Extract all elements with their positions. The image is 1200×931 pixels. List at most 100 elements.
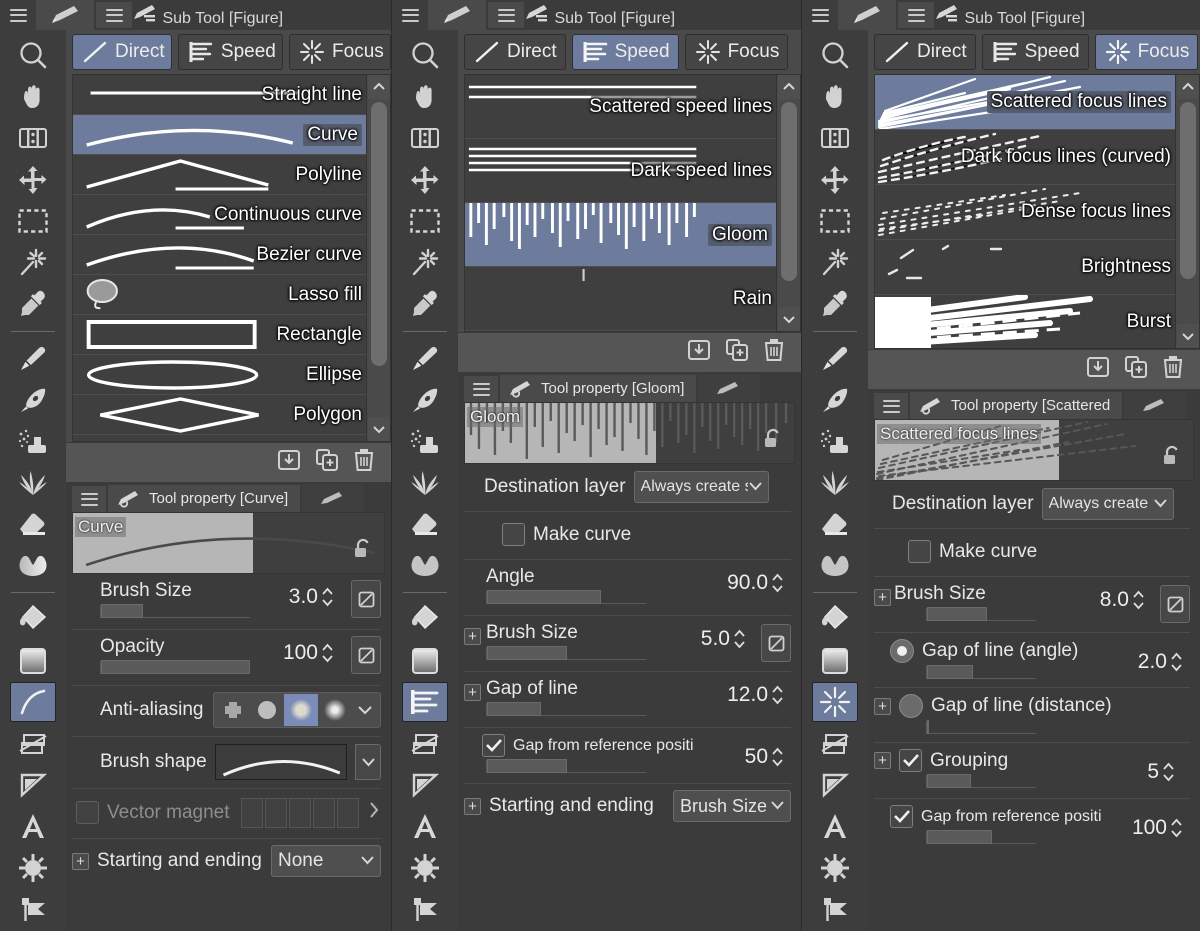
airbrush-tool[interactable] xyxy=(402,421,448,460)
angle-value-group[interactable]: 90.0 xyxy=(727,570,785,596)
scroll-down-icon[interactable] xyxy=(367,417,390,441)
decoration-tool[interactable] xyxy=(10,463,56,502)
stepper-icon[interactable] xyxy=(770,682,785,708)
zoom-tool[interactable] xyxy=(402,36,448,75)
pen-tool[interactable] xyxy=(10,338,56,377)
eyedropper-tool[interactable] xyxy=(812,284,858,323)
vector-magnet-cells[interactable] xyxy=(241,797,359,828)
segment-focus-lines[interactable]: Focus xyxy=(1094,34,1199,70)
scrollbar-track[interactable] xyxy=(367,99,390,417)
pen-pressure-button[interactable] xyxy=(761,624,791,662)
opacity-slider[interactable] xyxy=(100,660,250,674)
list-item[interactable]: Burst xyxy=(875,295,1175,348)
make-curve-checkbox[interactable] xyxy=(908,540,931,563)
tool-property-menu-button[interactable] xyxy=(72,486,106,512)
tool-palette-tab[interactable] xyxy=(428,0,486,30)
subtool-tab[interactable]: Sub Tool [Figure] xyxy=(132,3,283,28)
aa-medium-icon[interactable] xyxy=(284,694,318,726)
tool-property-secondary-tab[interactable] xyxy=(1124,392,1187,419)
segment-direct-draw[interactable]: Direct xyxy=(874,34,976,70)
expand-icon[interactable]: + xyxy=(464,797,481,815)
balloon-tool[interactable] xyxy=(812,848,858,887)
pen-tool[interactable] xyxy=(812,338,858,377)
stepper-icon[interactable] xyxy=(770,570,785,596)
import-subtool-icon[interactable] xyxy=(1086,355,1110,384)
subtool-list-scrollbar[interactable] xyxy=(367,74,391,442)
scrollbar-thumb[interactable] xyxy=(1179,102,1196,280)
subtool-list-scrollbar[interactable] xyxy=(1176,74,1200,349)
list-item[interactable]: Scattered focus lines xyxy=(875,75,1175,130)
stepper-icon[interactable] xyxy=(770,744,785,770)
fill-tool[interactable] xyxy=(10,600,56,639)
pen-pressure-button[interactable] xyxy=(351,636,381,674)
gap-of-line-distance-slider[interactable] xyxy=(926,720,1036,734)
frame-border-tool[interactable] xyxy=(812,724,858,763)
subtool-list-scrollbar[interactable] xyxy=(777,74,801,332)
list-item[interactable]: Polyline xyxy=(73,155,366,195)
brush-tool[interactable] xyxy=(10,380,56,419)
toolbar-menu-button[interactable] xyxy=(392,0,428,30)
segment-focus-lines[interactable]: Focus xyxy=(684,34,789,70)
frame-border-tool[interactable] xyxy=(402,724,448,763)
pen-tool[interactable] xyxy=(402,338,448,377)
blend-tool[interactable] xyxy=(402,545,448,584)
figure-tool[interactable] xyxy=(812,682,858,723)
tool-property-secondary-tab[interactable] xyxy=(698,375,761,402)
gradient-tool[interactable] xyxy=(402,641,448,680)
tool-property-tab[interactable]: Tool property [Curve] xyxy=(108,485,301,512)
move-tool[interactable] xyxy=(812,160,858,199)
expand-icon[interactable]: + xyxy=(464,684,481,701)
eraser-tool[interactable] xyxy=(402,504,448,543)
brush-shape-preview[interactable] xyxy=(214,743,347,780)
tool-palette-tab[interactable] xyxy=(838,0,896,30)
text-tool[interactable] xyxy=(10,807,56,846)
scrollbar-track[interactable] xyxy=(1176,99,1199,324)
grouping-slider[interactable] xyxy=(926,774,1036,788)
airbrush-tool[interactable] xyxy=(10,421,56,460)
tool-property-tab[interactable]: Tool property [Gloom] xyxy=(500,375,697,402)
eraser-tool[interactable] xyxy=(812,504,858,543)
tool-palette-tab[interactable] xyxy=(36,0,94,30)
tool-property-tab[interactable]: Tool property [Scattered xyxy=(910,392,1123,419)
segment-direct-draw[interactable]: Direct xyxy=(72,34,172,70)
eyedropper-tool[interactable] xyxy=(10,284,56,323)
expand-icon[interactable]: + xyxy=(874,697,891,715)
tool-property-secondary-tab[interactable] xyxy=(302,485,365,512)
fill-tool[interactable] xyxy=(402,600,448,639)
stepper-icon[interactable] xyxy=(320,640,335,666)
list-item[interactable]: Polygon xyxy=(73,395,366,435)
frame-border-tool[interactable] xyxy=(10,724,56,763)
subtool-tab[interactable]: Sub Tool [Figure] xyxy=(524,3,675,28)
brush-size-slider[interactable] xyxy=(926,607,1036,621)
gap-from-reference-checkbox[interactable] xyxy=(890,805,913,828)
subtool-menu-button[interactable] xyxy=(96,2,132,28)
correct-line-tool[interactable] xyxy=(402,890,448,929)
delete-subtool-icon[interactable] xyxy=(353,448,375,477)
scrollbar-thumb[interactable] xyxy=(370,101,387,366)
angle-slider[interactable] xyxy=(486,590,646,604)
list-item[interactable]: Brightness xyxy=(875,240,1175,295)
scroll-up-icon[interactable] xyxy=(1176,75,1199,99)
scrollbar-track[interactable] xyxy=(777,99,800,307)
import-subtool-icon[interactable] xyxy=(687,338,711,367)
correct-line-tool[interactable] xyxy=(10,890,56,929)
chevron-down-icon[interactable] xyxy=(352,694,378,726)
rotate-canvas-tool[interactable] xyxy=(402,119,448,158)
subtool-tab[interactable]: Sub Tool [Figure] xyxy=(934,3,1085,28)
gap-from-reference-slider[interactable] xyxy=(486,759,646,773)
marquee-select-tool[interactable] xyxy=(10,202,56,241)
expand-icon[interactable]: + xyxy=(874,589,891,606)
move-tool[interactable] xyxy=(402,160,448,199)
make-curve-checkbox[interactable] xyxy=(502,523,525,546)
gradient-tool[interactable] xyxy=(812,641,858,680)
list-item[interactable]: Dark focus lines (curved) xyxy=(875,130,1175,185)
gap-from-reference-value-group[interactable]: 50 xyxy=(745,744,785,770)
aa-weak-icon[interactable] xyxy=(250,694,284,726)
brush-size-value-group[interactable]: 8.0 xyxy=(1100,587,1146,613)
blend-tool[interactable] xyxy=(10,545,56,584)
hand-tool[interactable] xyxy=(10,77,56,116)
ruler-tool[interactable] xyxy=(10,765,56,804)
magic-wand-tool[interactable] xyxy=(402,243,448,282)
subtool-list[interactable]: Straight line Curve Polyline Continuous … xyxy=(72,74,367,442)
ruler-tool[interactable] xyxy=(402,765,448,804)
